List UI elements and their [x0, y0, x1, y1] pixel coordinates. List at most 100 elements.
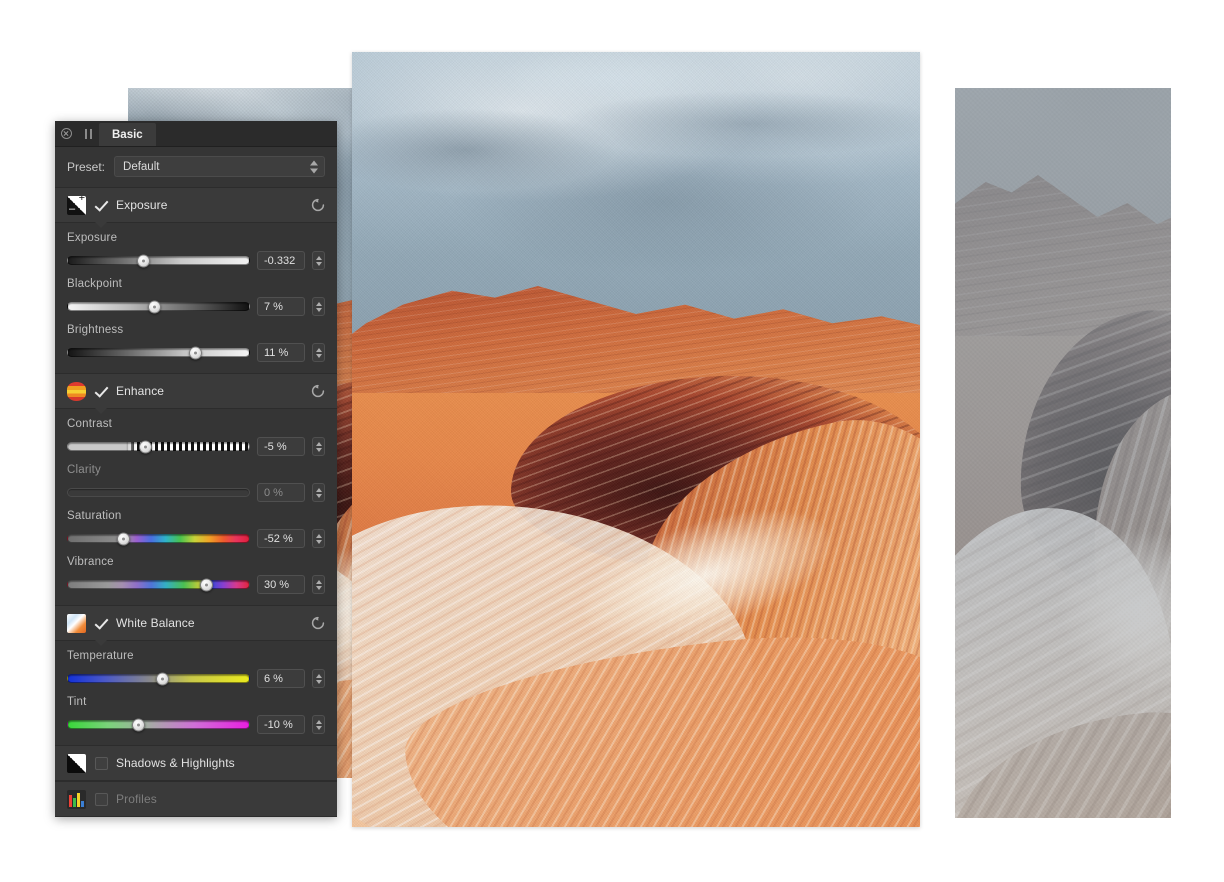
- value-field-temperature[interactable]: 6 %: [257, 669, 305, 688]
- basin-region: [955, 310, 1171, 818]
- section-header-profiles[interactable]: Profiles: [55, 781, 337, 817]
- stepper-up-icon[interactable]: [315, 441, 322, 446]
- stepper-down-icon[interactable]: [315, 353, 322, 358]
- slider-contrast[interactable]: [67, 440, 250, 454]
- photo-layer-right[interactable]: [955, 88, 1171, 818]
- stepper-up-icon[interactable]: [315, 347, 322, 352]
- basic-adjustments-panel: Basic Preset: Default Exposure Exposure -0…: [55, 121, 337, 817]
- section-checkbox-profiles[interactable]: [95, 792, 108, 806]
- slider-track-brightness[interactable]: [67, 348, 250, 357]
- stepper-vibrance[interactable]: [312, 575, 325, 594]
- section-checkbox-white-balance[interactable]: [95, 617, 108, 630]
- stepper-up-icon[interactable]: [315, 533, 322, 538]
- value-field-saturation[interactable]: -52 %: [257, 529, 305, 548]
- stepper-down-icon[interactable]: [315, 307, 322, 312]
- sliders-enhance: Contrast -5 % Clarity 0 % Saturation -52 % Vib…: [55, 409, 337, 605]
- value-field-clarity[interactable]: 0 %: [257, 483, 305, 502]
- reset-icon[interactable]: [311, 198, 325, 212]
- value-field-vibrance[interactable]: 30 %: [257, 575, 305, 594]
- section-open-indicator: [95, 222, 107, 228]
- stepper-down-icon[interactable]: [315, 539, 322, 544]
- stepper-up-icon[interactable]: [315, 255, 322, 260]
- slider-block-blackpoint: Blackpoint 7 %: [55, 273, 337, 319]
- stepper-up-icon[interactable]: [315, 487, 322, 492]
- slider-track-exposure[interactable]: [67, 256, 250, 265]
- stepper-contrast[interactable]: [312, 437, 325, 456]
- stepper-blackpoint[interactable]: [312, 297, 325, 316]
- slider-block-clarity: Clarity 0 %: [55, 459, 337, 505]
- slider-temperature[interactable]: [67, 672, 250, 686]
- slider-exposure[interactable]: [67, 254, 250, 268]
- section-checkbox-exposure[interactable]: [95, 199, 108, 212]
- chevron-updown-icon[interactable]: [310, 160, 318, 173]
- stepper-temperature[interactable]: [312, 669, 325, 688]
- slider-block-vibrance: Vibrance 30 %: [55, 551, 337, 597]
- stepper-exposure[interactable]: [312, 251, 325, 270]
- stepper-up-icon[interactable]: [315, 673, 322, 678]
- slider-clarity[interactable]: [67, 486, 250, 500]
- value-field-blackpoint[interactable]: 7 %: [257, 297, 305, 316]
- photo-artwork: [955, 88, 1171, 818]
- stepper-tint[interactable]: [312, 715, 325, 734]
- slider-track-tint[interactable]: [67, 720, 250, 729]
- section-header-exposure[interactable]: Exposure: [55, 187, 337, 228]
- slider-tint[interactable]: [67, 718, 250, 732]
- slider-handle-contrast[interactable]: [139, 440, 153, 453]
- stepper-up-icon[interactable]: [315, 719, 322, 724]
- preset-select[interactable]: Default: [114, 156, 325, 177]
- stepper-up-icon[interactable]: [315, 579, 322, 584]
- stepper-down-icon[interactable]: [315, 585, 322, 590]
- stepper-clarity[interactable]: [312, 483, 325, 502]
- preset-value: Default: [123, 160, 160, 173]
- stepper-down-icon[interactable]: [315, 725, 322, 730]
- slider-block-exposure: Exposure -0.332: [55, 227, 337, 273]
- section-header-enhance[interactable]: Enhance: [55, 373, 337, 414]
- tab-basic-label: Basic: [112, 128, 143, 141]
- slider-label-blackpoint: Blackpoint: [67, 278, 123, 290]
- slider-handle-tint[interactable]: [131, 718, 145, 731]
- slider-handle-brightness[interactable]: [188, 346, 202, 359]
- slider-handle-saturation[interactable]: [117, 532, 131, 545]
- stepper-down-icon[interactable]: [315, 261, 322, 266]
- slider-handle-temperature[interactable]: [155, 672, 169, 685]
- section-header-shadows-highlights[interactable]: Shadows & Highlights: [55, 745, 337, 781]
- slider-vibrance[interactable]: [67, 578, 250, 592]
- value-field-brightness[interactable]: 11 %: [257, 343, 305, 362]
- slider-handle-blackpoint[interactable]: [148, 300, 162, 313]
- value-field-contrast[interactable]: -5 %: [257, 437, 305, 456]
- basin-region: [352, 375, 920, 827]
- stepper-down-icon[interactable]: [315, 679, 322, 684]
- sliders-white-balance: Temperature 6 % Tint -10 %: [55, 641, 337, 745]
- slider-brightness[interactable]: [67, 346, 250, 360]
- slider-saturation[interactable]: [67, 532, 250, 546]
- slider-track-contrast[interactable]: [67, 442, 250, 451]
- section-header-white-balance[interactable]: White Balance: [55, 605, 337, 646]
- photo-artwork: [352, 52, 920, 827]
- section-checkbox-enhance[interactable]: [95, 385, 108, 398]
- slider-label-contrast: Contrast: [67, 418, 113, 430]
- stepper-saturation[interactable]: [312, 529, 325, 548]
- reset-icon[interactable]: [311, 384, 325, 398]
- slider-label-temperature: Temperature: [67, 650, 134, 662]
- photo-layer-center[interactable]: [352, 52, 920, 827]
- stepper-down-icon[interactable]: [315, 493, 322, 498]
- value-field-exposure[interactable]: -0.332: [257, 251, 305, 270]
- preset-row: Preset: Default: [55, 147, 337, 187]
- slider-handle-exposure[interactable]: [137, 254, 151, 267]
- ridge-region: [955, 175, 1171, 477]
- stepper-down-icon[interactable]: [315, 447, 322, 452]
- slider-handle-vibrance[interactable]: [199, 578, 213, 591]
- section-checkbox-shadows-highlights[interactable]: [95, 756, 108, 770]
- stepper-up-icon[interactable]: [315, 301, 322, 306]
- pause-icon[interactable]: [77, 121, 99, 146]
- close-circle-icon[interactable]: [55, 121, 77, 146]
- slider-track-clarity[interactable]: [67, 488, 250, 497]
- slider-blackpoint[interactable]: [67, 300, 250, 314]
- value-field-tint[interactable]: -10 %: [257, 715, 305, 734]
- section-open-indicator: [95, 640, 107, 646]
- slider-track-vibrance[interactable]: [67, 580, 250, 589]
- reset-icon[interactable]: [311, 616, 325, 630]
- stepper-brightness[interactable]: [312, 343, 325, 362]
- slider-track-saturation[interactable]: [67, 534, 250, 543]
- tab-basic[interactable]: Basic: [99, 123, 156, 146]
